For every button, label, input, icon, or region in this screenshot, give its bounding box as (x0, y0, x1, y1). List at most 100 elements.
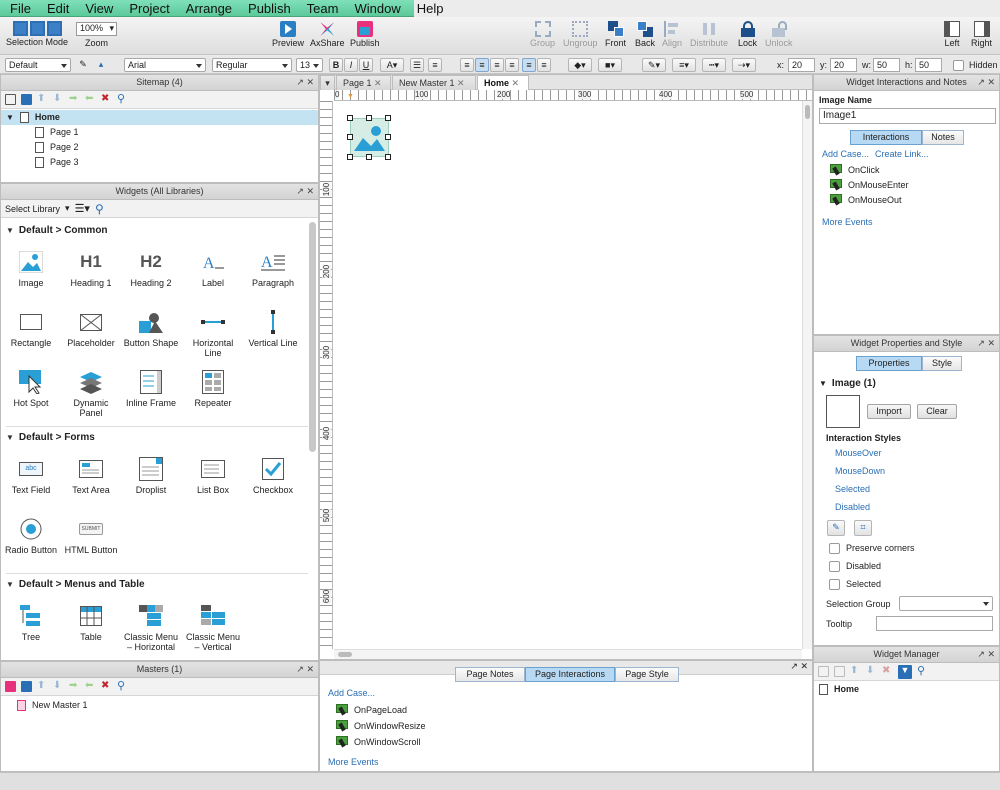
tabs-menu-icon[interactable]: ▾ (320, 75, 335, 90)
preserve-corners-checkbox[interactable] (829, 543, 840, 554)
arrow-style-button[interactable]: ⇢▾ (732, 58, 756, 72)
pin-icon[interactable]: ↗ ✕ (296, 184, 314, 199)
axshare-button[interactable]: AxShare (310, 19, 345, 48)
widget-tree[interactable]: Tree (1, 602, 61, 642)
italic-button[interactable]: I (344, 58, 358, 72)
tooltip-input[interactable] (876, 616, 993, 631)
close-icon[interactable]: ✕ (374, 78, 382, 88)
select-contained-icon[interactable] (29, 21, 45, 36)
widget-inline-frame[interactable]: Inline Frame (121, 368, 181, 408)
back-button[interactable]: Back (635, 19, 655, 48)
vertical-ruler[interactable]: 100 200 300 400 500 600 (320, 101, 333, 649)
create-link-link[interactable]: Create Link... (875, 149, 929, 159)
bold-button[interactable]: B (329, 58, 343, 72)
hidden-checkbox[interactable] (953, 60, 964, 71)
shadow-button[interactable]: ■▾ (598, 58, 622, 72)
search-icon[interactable]: ⚲ (117, 94, 128, 105)
event-onpageload[interactable]: OnPageLoad (336, 704, 407, 716)
tab-interactions[interactable]: Interactions (850, 130, 922, 145)
widget-html-button[interactable]: SUBMIT HTML Button (61, 515, 121, 555)
resize-handle[interactable] (347, 154, 353, 160)
move-down-icon[interactable]: ⬇ (866, 666, 877, 677)
clear-button[interactable]: Clear (917, 404, 957, 419)
widget-placeholder[interactable]: Placeholder (61, 308, 121, 348)
add-page-icon[interactable] (5, 94, 16, 105)
widget-horizontal-line[interactable]: Horizontal Line (183, 308, 243, 358)
align-right-button[interactable]: ≡ (490, 58, 504, 72)
indent-icon[interactable]: ➡ (69, 94, 80, 105)
tab-style[interactable]: Style (922, 356, 962, 371)
tab-page-1[interactable]: Page 1 ✕ (336, 75, 391, 90)
section-forms[interactable]: Default > Forms (6, 432, 95, 443)
left-pane-toggle[interactable]: Left (944, 19, 960, 48)
align-center-button[interactable]: ≡ (475, 58, 489, 72)
widget-button-shape[interactable]: Button Shape (121, 308, 181, 348)
resize-handle[interactable] (385, 154, 391, 160)
add-folder-icon[interactable] (21, 681, 32, 692)
duplicate-icon[interactable] (834, 666, 845, 677)
resize-handle[interactable] (347, 134, 353, 140)
add-folder-icon[interactable] (21, 94, 32, 105)
widget-dynamic-panel[interactable]: Dynamic Panel (61, 368, 121, 418)
more-events-link[interactable]: More Events (822, 217, 873, 227)
move-up-icon[interactable]: ⬆ (37, 681, 48, 692)
horizontal-scrollbar[interactable] (334, 649, 802, 659)
menu-icon[interactable]: ☰▾ (75, 202, 90, 215)
valign-bottom-button[interactable]: ≡ (537, 58, 551, 72)
tab-new-master-1[interactable]: New Master 1 ✕ (392, 75, 476, 90)
w-field[interactable]: 50 (873, 58, 900, 72)
master-item-new-master-1[interactable]: New Master 1 (1, 698, 318, 713)
close-icon[interactable]: ✕ (457, 78, 465, 88)
style-select[interactable]: Default (5, 58, 71, 72)
mousedown-style-link[interactable]: MouseDown (835, 466, 885, 476)
menu-arrange[interactable]: Arrange (178, 1, 240, 16)
zoom-select[interactable]: 100% ▾ (76, 22, 117, 36)
event-onmouseenter[interactable]: OnMouseEnter (830, 179, 909, 191)
justify-button[interactable]: ≡ (505, 58, 519, 72)
publish-button[interactable]: Publish (350, 19, 380, 48)
event-onmouseout[interactable]: OnMouseOut (830, 194, 902, 206)
pin-icon[interactable]: ↗ ✕ (977, 75, 995, 90)
x-field[interactable]: 20 (788, 58, 815, 72)
horizontal-ruler[interactable]: 0 100 200 300 400 500 (334, 90, 812, 101)
menu-view[interactable]: View (77, 1, 121, 16)
sitemap-item-page-1[interactable]: Page 1 (1, 125, 318, 140)
section-common[interactable]: Default > Common (6, 225, 108, 236)
section-menus-table[interactable]: Default > Menus and Table (6, 579, 145, 590)
edit-image-button[interactable]: ✎ (827, 520, 845, 536)
widget-image[interactable]: Image (1, 248, 61, 288)
indent-icon[interactable]: ➡ (69, 681, 80, 692)
delete-icon[interactable]: ✖ (882, 666, 893, 677)
format-painter-icon[interactable]: ✎ (76, 58, 90, 72)
widget-heading-2[interactable]: H2 Heading 2 (121, 248, 181, 288)
delete-icon[interactable]: ✖ (101, 94, 112, 105)
add-master-icon[interactable] (5, 681, 16, 692)
import-button[interactable]: Import (867, 404, 911, 419)
widget-table[interactable]: Table (61, 602, 121, 642)
resize-handle[interactable] (385, 134, 391, 140)
menu-help[interactable]: Help (409, 1, 452, 16)
line-weight-button[interactable]: ≡▾ (672, 58, 696, 72)
move-down-icon[interactable]: ⬇ (53, 94, 64, 105)
pin-icon[interactable]: ↗ ✕ (977, 336, 995, 351)
widgets-scrollbar[interactable] (309, 222, 316, 452)
tab-notes[interactable]: Notes (922, 130, 964, 145)
move-up-icon[interactable]: ⬆ (850, 666, 861, 677)
preview-button[interactable]: Preview (272, 19, 304, 48)
underline-button[interactable]: U (359, 58, 373, 72)
menu-edit[interactable]: Edit (39, 1, 77, 16)
widget-label[interactable]: A Label (183, 248, 243, 288)
tab-page-interactions[interactable]: Page Interactions (525, 667, 615, 682)
pin-icon[interactable]: ↗ ✕ (296, 662, 314, 677)
resize-handle[interactable] (366, 115, 372, 121)
widget-text-field[interactable]: abc Text Field (1, 455, 61, 495)
distribute-button[interactable]: Distribute (690, 19, 728, 48)
group-button[interactable]: Group (530, 19, 555, 48)
event-onwindowscroll[interactable]: OnWindowScroll (336, 736, 421, 748)
resize-handle[interactable] (347, 115, 353, 121)
design-canvas[interactable] (334, 101, 802, 649)
sitemap-item-page-2[interactable]: Page 2 (1, 140, 318, 155)
add-case-link[interactable]: Add Case... (328, 688, 375, 698)
widget-paragraph[interactable]: A Paragraph (243, 248, 303, 288)
style-manager-icon[interactable]: ▴ (94, 58, 108, 72)
